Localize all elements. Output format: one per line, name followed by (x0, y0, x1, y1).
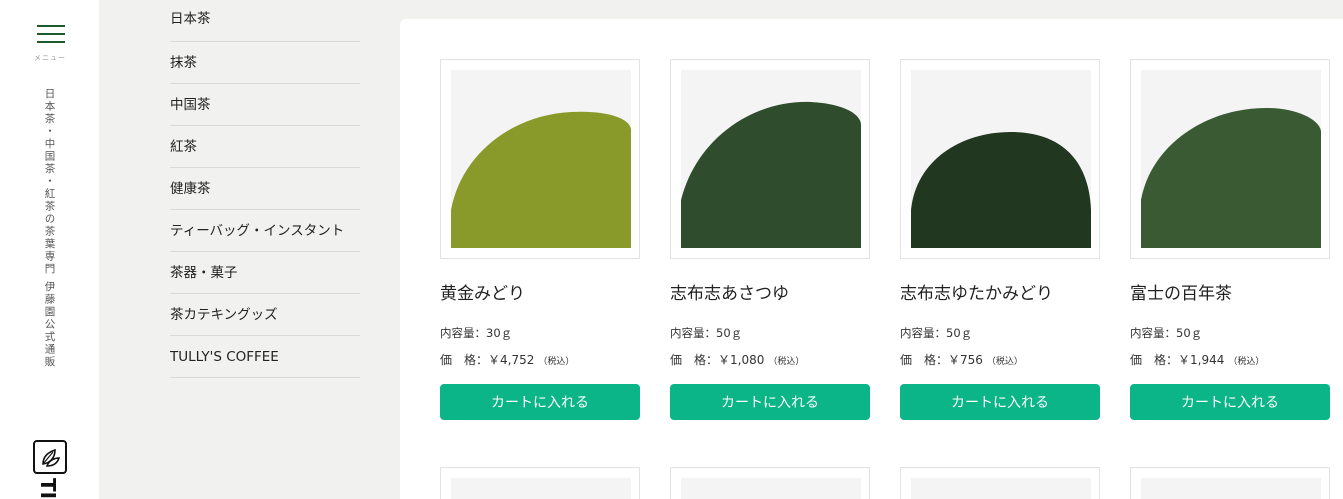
menu-label: メニュー (34, 54, 66, 62)
category-item-black-tea[interactable]: 紅茶 (170, 126, 360, 168)
product-image[interactable] (440, 59, 640, 259)
product-price: 価 格：￥1,944 （税込） (1130, 351, 1330, 368)
product-image[interactable] (1130, 59, 1330, 259)
price-value: ￥1,944 (1178, 353, 1225, 367)
add-to-cart-button[interactable]: カートに入れる (1130, 384, 1330, 420)
tax-label: （税込） (1228, 357, 1265, 367)
product-image-partial[interactable] (670, 467, 870, 499)
product-name[interactable]: 志布志ゆたかみどり (900, 279, 1100, 304)
tax-label: （税込） (538, 357, 575, 367)
product-image-partial[interactable] (1130, 467, 1330, 499)
category-item-teaware-sweets[interactable]: 茶器・菓子 (170, 252, 360, 294)
price-label: 価 格： (440, 353, 489, 367)
product-name[interactable]: 志布志あさつゆ (670, 279, 870, 304)
add-to-cart-button[interactable]: カートに入れる (670, 384, 870, 420)
product-image-partial[interactable] (900, 467, 1100, 499)
price-label: 価 格： (900, 353, 949, 367)
category-item-catechin-goods[interactable]: 茶カテキングッズ (170, 294, 360, 336)
price-value: ￥1,080 (718, 353, 765, 367)
product-name[interactable]: 黄金みどり (440, 279, 640, 304)
category-item-chinese-tea[interactable]: 中国茶 (170, 84, 360, 126)
rail-tagline: 日本茶・中国茶・紅茶の茶葉専門 伊藤園公式通販 (43, 88, 56, 369)
leaf-logo-icon[interactable] (33, 440, 67, 474)
price-label: 価 格： (670, 353, 719, 367)
add-to-cart-button[interactable]: カートに入れる (440, 384, 640, 420)
brand-logo[interactable]: TI (36, 478, 60, 499)
product-image-partial[interactable] (440, 467, 640, 499)
product-volume: 内容量：30ｇ (440, 326, 513, 340)
product-price: 価 格：￥4,752 （税込） (440, 351, 640, 368)
category-item-japanese-tea[interactable]: 日本茶 (170, 0, 360, 42)
price-value: ￥756 (948, 353, 983, 367)
hamburger-menu-icon[interactable] (37, 25, 65, 47)
category-item-teabag-instant[interactable]: ティーバッグ・インスタント (170, 210, 360, 252)
product-card: 志布志あさつゆ 内容量：50ｇ 価 格：￥1,080 （税込） カートに入れる (670, 59, 870, 420)
product-card: 富士の百年茶 内容量：50ｇ 価 格：￥1,944 （税込） カートに入れる (1130, 59, 1330, 420)
tax-label: （税込） (768, 357, 805, 367)
category-item-health-tea[interactable]: 健康茶 (170, 168, 360, 210)
product-image[interactable] (900, 59, 1100, 259)
product-card: 志布志ゆたかみどり 内容量：50ｇ 価 格：￥756 （税込） カートに入れる (900, 59, 1100, 420)
category-item-tullys-coffee[interactable]: TULLY'S COFFEE (170, 336, 360, 378)
left-rail: メニュー 日本茶・中国茶・紅茶の茶葉専門 伊藤園公式通販 TI (0, 0, 99, 499)
product-grid: 黄金みどり 内容量：30ｇ 価 格：￥4,752 （税込） カートに入れる 志布志… (400, 19, 1343, 499)
product-image[interactable] (670, 59, 870, 259)
category-list: 日本茶 抹茶 中国茶 紅茶 健康茶 ティーバッグ・インスタント 茶器・菓子 茶カ… (170, 0, 360, 378)
price-label: 価 格： (1130, 353, 1179, 367)
product-name[interactable]: 富士の百年茶 (1130, 279, 1330, 304)
add-to-cart-button[interactable]: カートに入れる (900, 384, 1100, 420)
product-price: 価 格：￥756 （税込） (900, 351, 1100, 368)
product-volume: 内容量：50ｇ (900, 326, 973, 340)
tax-label: （税込） (986, 357, 1023, 367)
price-value: ￥4,752 (488, 353, 535, 367)
category-item-matcha[interactable]: 抹茶 (170, 42, 360, 84)
product-volume: 内容量：50ｇ (1130, 326, 1203, 340)
product-card: 黄金みどり 内容量：30ｇ 価 格：￥4,752 （税込） カートに入れる (440, 59, 640, 420)
product-volume: 内容量：50ｇ (670, 326, 743, 340)
product-price: 価 格：￥1,080 （税込） (670, 351, 870, 368)
